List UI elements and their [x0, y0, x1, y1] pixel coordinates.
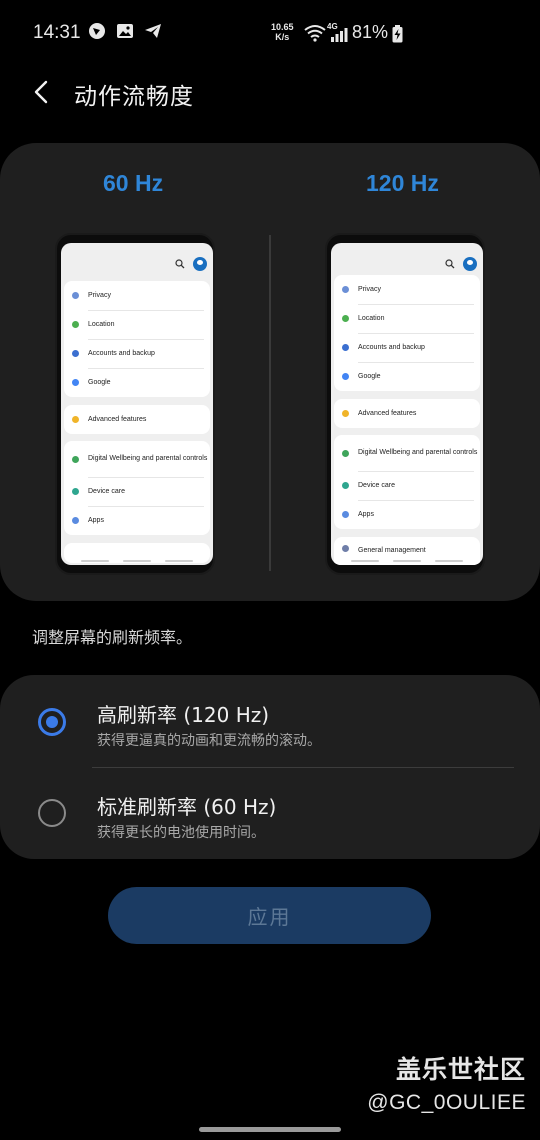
list-item: Apps: [64, 506, 210, 535]
option-subtitle: 获得更逼真的动画和更流畅的滚动。: [97, 733, 321, 749]
wellbeing-icon: [342, 449, 349, 457]
preview-card: 60 Hz 120 Hz Privacy Location Accounts a…: [0, 143, 540, 601]
back-arrow-icon: [34, 80, 48, 104]
search-icon: [175, 259, 185, 269]
apps-icon: [72, 517, 79, 524]
shield-icon: [342, 286, 349, 293]
key-icon: [342, 344, 349, 351]
key-icon: [72, 350, 79, 357]
list-item: Location: [334, 304, 480, 333]
list-item: Advanced features: [64, 405, 210, 434]
list-item: Device care: [64, 477, 210, 506]
home-indicator[interactable]: [199, 1127, 341, 1132]
option-high-refresh[interactable]: 高刷新率 (120 Hz) 获得更逼真的动画和更流畅的滚动。: [0, 675, 540, 767]
settings-group: Advanced features: [334, 399, 480, 428]
list-item: Privacy: [334, 275, 480, 304]
google-icon: [72, 379, 79, 386]
settings-group: Digital Wellbeing and parental controls …: [64, 441, 210, 535]
google-icon: [342, 373, 349, 380]
app-notification-icon: [89, 23, 105, 39]
list-item: Digital Wellbeing and parental controls: [334, 435, 480, 471]
device-care-icon: [72, 488, 79, 495]
preview-120hz-label: 120 Hz: [366, 170, 439, 196]
gear-icon: [72, 416, 79, 423]
signal-icon: [331, 28, 348, 42]
description-text: 调整屏幕的刷新频率。: [32, 628, 193, 647]
nav-pill: [81, 560, 109, 562]
nav-pill: [435, 560, 463, 562]
radio-selected-icon[interactable]: [38, 708, 66, 736]
option-subtitle: 获得更长的电池使用时间。: [97, 825, 265, 841]
status-time: 14:31: [33, 22, 81, 43]
list-item: Accounts and backup: [334, 333, 480, 362]
wellbeing-icon: [72, 455, 79, 463]
apply-button[interactable]: 应用: [108, 887, 431, 944]
avatar-icon: [193, 257, 207, 271]
sliders-icon: [342, 545, 349, 552]
settings-group: Advanced features: [64, 405, 210, 434]
list-item: Advanced features: [334, 399, 480, 428]
nav-pill: [393, 560, 421, 562]
list-item: Device care: [334, 471, 480, 500]
header: 动作流畅度: [0, 66, 540, 118]
wifi-icon: [304, 25, 326, 42]
back-button[interactable]: [26, 76, 58, 108]
option-title: 高刷新率 (120 Hz): [97, 703, 270, 727]
watermark-title: 盖乐世社区: [395, 1055, 526, 1084]
option-standard-refresh[interactable]: 标准刷新率 (60 Hz) 获得更长的电池使用时间。: [0, 767, 540, 859]
page-title: 动作流畅度: [74, 84, 194, 110]
notification-icons: [88, 22, 162, 40]
location-pin-icon: [72, 321, 79, 328]
list-item: Google: [334, 362, 480, 391]
settings-group: Privacy Location Accounts and backup Goo…: [334, 275, 480, 391]
option-title: 标准刷新率 (60 Hz): [97, 795, 277, 819]
search-icon: [445, 259, 455, 269]
net-speed: 10.65 K/s: [271, 22, 294, 42]
list-item: Privacy: [64, 281, 210, 310]
telegram-icon: [145, 24, 161, 38]
location-pin-icon: [342, 315, 349, 322]
net-speed-unit: K/s: [275, 32, 290, 42]
nav-pill: [123, 560, 151, 562]
list-item: General management: [334, 537, 480, 555]
list-item: Digital Wellbeing and parental controls: [64, 441, 210, 477]
preview-screen-120hz: Privacy Location Accounts and backup Goo…: [331, 243, 483, 565]
preview-divider: [269, 235, 271, 571]
watermark-handle: @GC_0OULIEE: [367, 1091, 526, 1114]
preview-phone-60hz: Privacy Location Accounts and backup Goo…: [55, 233, 215, 575]
preview-screen-60hz: Privacy Location Accounts and backup Goo…: [61, 243, 213, 565]
net-speed-value: 10.65: [271, 22, 294, 32]
list-item: Accounts and backup: [64, 339, 210, 368]
preview-phone-120hz: Privacy Location Accounts and backup Goo…: [325, 233, 485, 575]
preview-60hz-label: 60 Hz: [103, 170, 164, 196]
status-bar: 14:31 10.65 K/s 4G 81%: [0, 0, 540, 66]
image-icon: [117, 24, 133, 38]
list-item: Google: [64, 368, 210, 397]
device-care-icon: [342, 482, 349, 489]
settings-group: Privacy Location Accounts and backup Goo…: [64, 281, 210, 397]
battery-percent: 81%: [352, 22, 389, 42]
list-item: Location: [64, 310, 210, 339]
list-item: Apps: [334, 500, 480, 529]
battery-charging-icon: [392, 25, 403, 43]
gear-icon: [342, 410, 349, 417]
nav-pill: [165, 560, 193, 562]
apps-icon: [342, 511, 349, 518]
shield-icon: [72, 292, 79, 299]
avatar-icon: [463, 257, 477, 271]
settings-group: Digital Wellbeing and parental controls …: [334, 435, 480, 529]
refresh-rate-options: 高刷新率 (120 Hz) 获得更逼真的动画和更流畅的滚动。 标准刷新率 (60…: [0, 675, 540, 859]
nav-pill: [351, 560, 379, 562]
radio-unselected-icon[interactable]: [38, 799, 66, 827]
preview-topbar: [61, 243, 213, 281]
